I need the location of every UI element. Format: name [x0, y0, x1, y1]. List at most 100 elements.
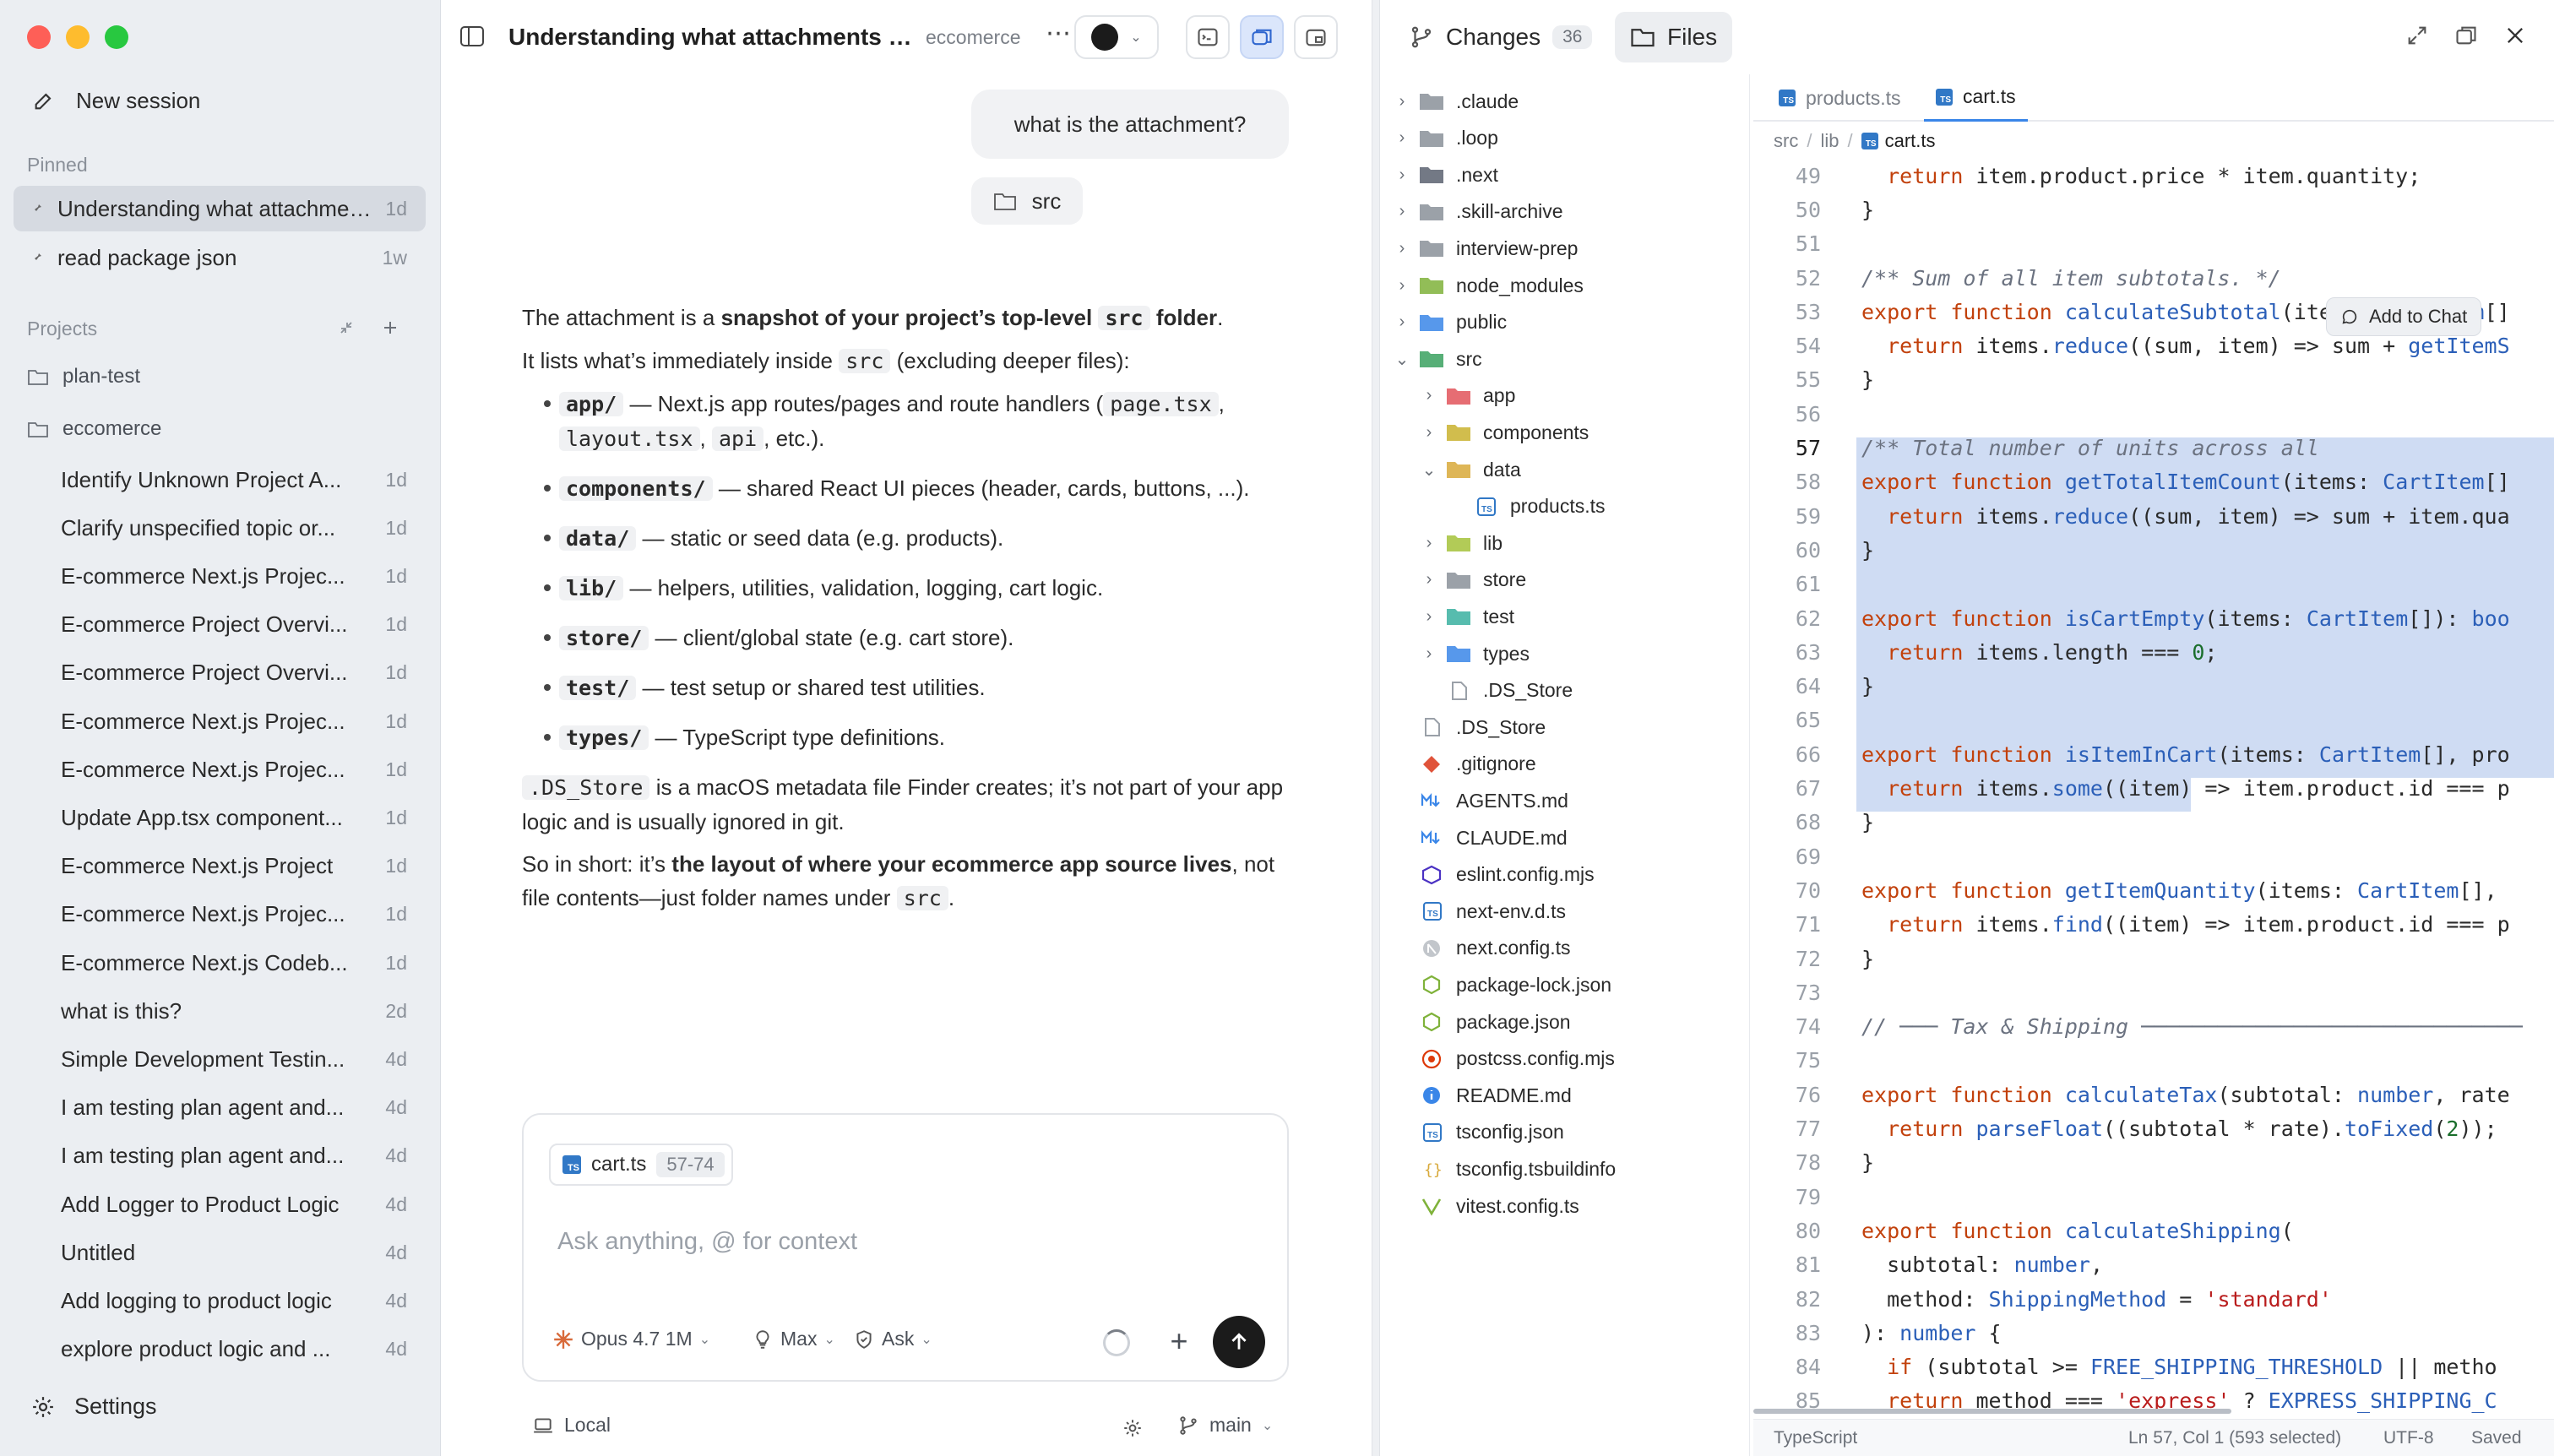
- project-item-eccomerce[interactable]: eccomerce: [27, 417, 161, 441]
- encoding-status[interactable]: UTF-8: [2383, 1428, 2434, 1448]
- session-item[interactable]: I am testing plan agent and... 4d: [14, 1134, 426, 1178]
- context-file-chip[interactable]: TS cart.ts 57-74: [549, 1144, 733, 1186]
- terminal-button[interactable]: [1186, 15, 1230, 59]
- expand-icon[interactable]: [2405, 24, 2429, 47]
- tree-file[interactable]: next.config.ts: [1419, 932, 1571, 965]
- session-item[interactable]: explore product logic and ... 4d: [14, 1328, 426, 1372]
- session-item[interactable]: E-commerce Next.js Project 1d: [14, 845, 426, 888]
- tree-folder[interactable]: › app: [1419, 379, 1516, 413]
- breadcrumb-item[interactable]: cart.ts: [1885, 130, 1936, 152]
- code-view[interactable]: 49 return item.product.price * item.quan…: [1753, 164, 2554, 1417]
- collapse-icon[interactable]: [338, 319, 355, 336]
- tree-folder[interactable]: › types: [1419, 637, 1530, 671]
- session-item[interactable]: I am testing plan agent and... 4d: [14, 1086, 426, 1130]
- tab-files[interactable]: Files: [1615, 12, 1733, 62]
- model-picker[interactable]: Opus 4.7 1M ⌄: [552, 1328, 710, 1350]
- effort-picker[interactable]: Max ⌄: [752, 1328, 835, 1350]
- breadcrumb-item[interactable]: lib: [1820, 130, 1839, 152]
- session-item[interactable]: Simple Development Testin... 4d: [14, 1037, 426, 1081]
- add-attachment-button[interactable]: +: [1160, 1323, 1198, 1360]
- tree-file[interactable]: {} tsconfig.tsbuildinfo: [1419, 1152, 1616, 1186]
- session-item[interactable]: E-commerce Next.js Codeb... 1d: [14, 941, 426, 985]
- popout-icon[interactable]: [2454, 24, 2478, 47]
- tree-folder[interactable]: › test: [1419, 600, 1514, 633]
- project-item-plan-test[interactable]: plan-test: [27, 365, 140, 388]
- scrollbar-thumb[interactable]: [1753, 1409, 2231, 1414]
- browser-view-button[interactable]: [1294, 15, 1338, 59]
- tree-folder[interactable]: › .loop: [1392, 122, 1498, 155]
- editor-tab-products[interactable]: TS products.ts: [1767, 74, 1913, 122]
- pinned-session-item[interactable]: read package json 1w: [14, 235, 426, 280]
- window-minimize-button[interactable]: [66, 25, 90, 49]
- session-item[interactable]: E-commerce Project Overvi... 1d: [14, 603, 426, 647]
- session-item[interactable]: Identify Unknown Project A... 1d: [14, 458, 426, 502]
- code-text: }: [1861, 537, 1875, 562]
- composer-input[interactable]: Ask anything, @ for context: [557, 1228, 857, 1256]
- more-options-icon[interactable]: ⋯: [1046, 19, 1071, 48]
- tree-folder[interactable]: ⌄ data: [1419, 453, 1521, 486]
- window-zoom-button[interactable]: [105, 25, 128, 49]
- tree-folder[interactable]: › .skill-archive: [1392, 195, 1563, 229]
- tree-folder[interactable]: › .next: [1392, 158, 1498, 192]
- session-item[interactable]: E-commerce Next.js Projec... 1d: [14, 747, 426, 791]
- tree-folder[interactable]: ⌄ src: [1392, 342, 1482, 376]
- session-item[interactable]: E-commerce Next.js Projec... 1d: [14, 699, 426, 743]
- tree-file[interactable]: eslint.config.mjs: [1419, 858, 1595, 892]
- branch-selector[interactable]: main ⌄: [1177, 1414, 1273, 1437]
- session-item[interactable]: Untitled 4d: [14, 1231, 426, 1274]
- window-close-button[interactable]: [27, 25, 51, 49]
- tree-file[interactable]: .DS_Store: [1446, 674, 1573, 708]
- mode-picker[interactable]: Ask ⌄: [853, 1328, 932, 1350]
- tree-folder[interactable]: › store: [1419, 563, 1526, 597]
- pinned-session-item[interactable]: Understanding what attachments refer to …: [14, 186, 426, 231]
- tree-file[interactable]: TS products.ts: [1473, 490, 1606, 524]
- tree-file[interactable]: package-lock.json: [1419, 968, 1611, 1002]
- horizontal-scrollbar[interactable]: [1753, 1407, 2554, 1415]
- session-label: read package json: [57, 244, 237, 270]
- tree-file[interactable]: vitest.config.ts: [1419, 1189, 1579, 1223]
- add-project-icon[interactable]: [382, 319, 399, 336]
- tree-folder[interactable]: › .claude: [1392, 84, 1519, 118]
- tree-file[interactable]: TS tsconfig.json: [1419, 1116, 1564, 1149]
- tree-file[interactable]: postcss.config.mjs: [1419, 1042, 1615, 1076]
- tree-file[interactable]: package.json: [1419, 1005, 1571, 1039]
- location-button[interactable]: Local: [532, 1414, 611, 1437]
- session-item[interactable]: E-commerce Next.js Projec... 1d: [14, 554, 426, 598]
- session-item[interactable]: Update App.tsx component... 1d: [14, 796, 426, 839]
- code-text: subtotal: number,: [1861, 1252, 2103, 1278]
- files-view-button[interactable]: [1240, 15, 1284, 59]
- tree-file[interactable]: CLAUDE.md: [1419, 821, 1568, 855]
- language-status[interactable]: TypeScript: [1774, 1428, 1857, 1448]
- tree-folder[interactable]: › interview-prep: [1392, 231, 1579, 265]
- tab-changes[interactable]: Changes 36: [1394, 12, 1607, 62]
- attachment-chip[interactable]: src: [971, 177, 1083, 225]
- add-to-chat-button[interactable]: Add to Chat: [2326, 297, 2482, 336]
- tree-file[interactable]: AGENTS.md: [1419, 784, 1568, 818]
- tree-folder[interactable]: › lib: [1419, 526, 1503, 560]
- tree-file[interactable]: TS next-env.d.ts: [1419, 894, 1566, 928]
- session-item[interactable]: E-commerce Next.js Projec... 1d: [14, 893, 426, 937]
- session-item[interactable]: what is this? 2d: [14, 989, 426, 1033]
- session-item[interactable]: Clarify unspecified topic or... 1d: [14, 506, 426, 550]
- editor-tab-cart[interactable]: TS cart.ts: [1924, 74, 2028, 122]
- panel-resize-handle[interactable]: [1372, 0, 1380, 1456]
- breadcrumb-item[interactable]: src: [1774, 130, 1798, 152]
- line-number: 50: [1795, 197, 1821, 222]
- toggle-sidebar-icon[interactable]: [459, 25, 485, 47]
- session-item[interactable]: Add Logger to Product Logic 4d: [14, 1182, 426, 1226]
- session-item[interactable]: Add logging to product logic 4d: [14, 1279, 426, 1323]
- gear-icon[interactable]: [1122, 1417, 1144, 1439]
- send-button[interactable]: [1213, 1316, 1265, 1368]
- tree-folder[interactable]: › public: [1392, 306, 1507, 340]
- tree-file[interactable]: .gitignore: [1419, 747, 1536, 781]
- model-selector-button[interactable]: ⌄: [1074, 15, 1159, 59]
- new-session-button[interactable]: New session: [14, 79, 427, 122]
- tree-folder[interactable]: › components: [1419, 416, 1589, 449]
- tree-folder[interactable]: › node_modules: [1392, 269, 1584, 302]
- tree-file[interactable]: .DS_Store: [1419, 710, 1546, 744]
- claude-sparkle-icon: [554, 1329, 573, 1349]
- settings-button[interactable]: Settings: [30, 1394, 157, 1420]
- close-icon[interactable]: [2503, 24, 2527, 47]
- tree-file[interactable]: README.md: [1419, 1078, 1572, 1112]
- session-item[interactable]: E-commerce Project Overvi... 1d: [14, 651, 426, 695]
